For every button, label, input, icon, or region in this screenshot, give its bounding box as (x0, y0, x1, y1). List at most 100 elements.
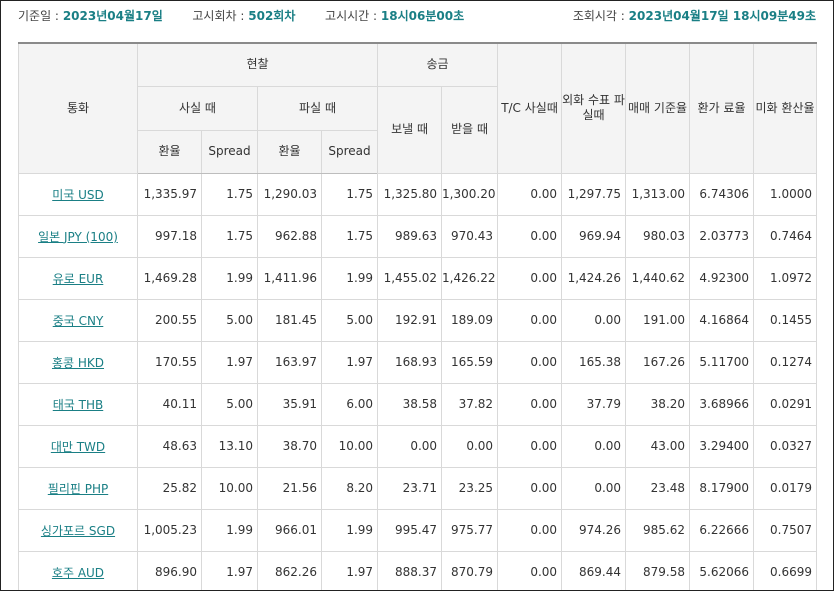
cell-currency: 중국 CNY (18, 298, 138, 342)
cell-check-sell: 0.00 (561, 298, 627, 342)
cell-cash-sell-spread: 5.00 (320, 298, 379, 342)
cell-base-rate: 985.62 (625, 508, 691, 552)
currency-link[interactable]: 미국 USD (52, 188, 104, 202)
table-row: 대만 TWD 48.63 13.10 38.70 10.00 0.00 0.00 0.00 0.… (18, 424, 818, 468)
cell-remit-receive: 0.00 (441, 424, 499, 468)
cell-conversion-rate: 6.74306 (689, 172, 755, 216)
header-tc-buy: T/C 사실때 (497, 42, 563, 174)
cell-base-rate: 38.20 (625, 382, 691, 426)
cell-usd-conversion: 1.0972 (753, 256, 818, 300)
cell-remit-send: 1,325.80 (377, 172, 443, 216)
cell-currency: 태국 THB (18, 382, 138, 426)
cell-base-rate: 1,313.00 (625, 172, 691, 216)
cell-usd-conversion: 0.7464 (753, 214, 818, 258)
cell-cash-buy-rate: 48.63 (137, 424, 202, 468)
cell-cash-buy-spread: 13.10 (201, 424, 258, 468)
cell-currency: 홍콩 HKD (18, 340, 138, 384)
cell-cash-sell-rate: 966.01 (257, 508, 322, 552)
currency-link[interactable]: 싱가포르 SGD (41, 524, 115, 538)
cell-remit-send: 38.58 (377, 382, 443, 426)
notice-round-value: 502회차 (248, 9, 296, 23)
cell-usd-conversion: 1.0000 (753, 172, 818, 216)
cell-tc-buy: 0.00 (497, 550, 563, 590)
currency-link[interactable]: 유로 EUR (53, 272, 104, 286)
query-time-value: 2023년04월17일 18시09분49초 (628, 9, 816, 23)
cell-remit-send: 995.47 (377, 508, 443, 552)
cell-cash-buy-rate: 170.55 (137, 340, 202, 384)
cell-cash-sell-rate: 21.56 (257, 466, 322, 510)
header-foreign-check-sell: 외화 수표 파실때 (561, 42, 627, 174)
cell-check-sell: 969.94 (561, 214, 627, 258)
notice-time-label: 고시시간 : (325, 9, 378, 23)
cell-usd-conversion: 0.0179 (753, 466, 818, 510)
header-currency: 통화 (18, 42, 138, 174)
cell-base-rate: 43.00 (625, 424, 691, 468)
currency-link[interactable]: 태국 THB (53, 398, 103, 412)
cell-remit-receive: 23.25 (441, 466, 499, 510)
cell-cash-sell-spread: 1.99 (320, 508, 379, 552)
query-time: 조회시각 : 2023년04월17일 18시09분49초 (573, 1, 816, 31)
cell-remit-receive: 1,426.22 (441, 256, 499, 300)
cell-base-rate: 879.58 (625, 550, 691, 590)
cell-cash-sell-rate: 38.70 (257, 424, 322, 468)
cell-tc-buy: 0.00 (497, 508, 563, 552)
cell-conversion-rate: 4.92300 (689, 256, 755, 300)
cell-check-sell: 974.26 (561, 508, 627, 552)
header-cash-buy: 사실 때 (137, 85, 258, 131)
cell-cash-sell-rate: 1,411.96 (257, 256, 322, 300)
currency-link[interactable]: 홍콩 HKD (52, 356, 104, 370)
notice-time-value: 18시06분00초 (380, 9, 465, 23)
cell-cash-buy-spread: 10.00 (201, 466, 258, 510)
cell-currency: 싱가포르 SGD (18, 508, 138, 552)
cell-cash-sell-rate: 163.97 (257, 340, 322, 384)
cell-cash-sell-spread: 1.75 (320, 214, 379, 258)
header-usd-conversion: 미화 환산율 (753, 42, 818, 174)
currency-link[interactable]: 호주 AUD (52, 566, 104, 580)
currency-link[interactable]: 중국 CNY (53, 314, 104, 328)
cell-cash-buy-spread: 1.99 (201, 508, 258, 552)
cell-cash-sell-rate: 1,290.03 (257, 172, 322, 216)
cell-remit-send: 23.71 (377, 466, 443, 510)
currency-link[interactable]: 대만 TWD (51, 440, 105, 454)
cell-cash-buy-rate: 1,469.28 (137, 256, 202, 300)
header-remit: 송금 (377, 42, 499, 87)
cell-conversion-rate: 5.11700 (689, 340, 755, 384)
cell-cash-buy-rate: 896.90 (137, 550, 202, 590)
cell-tc-buy: 0.00 (497, 466, 563, 510)
cell-usd-conversion: 0.0291 (753, 382, 818, 426)
cell-remit-send: 989.63 (377, 214, 443, 258)
cell-conversion-rate: 2.03773 (689, 214, 755, 258)
exchange-rate-panel: 기준일 : 2023년04월17일 고시회차 : 502회차 고시시간 : 18… (0, 0, 834, 591)
cell-cash-sell-spread: 1.75 (320, 172, 379, 216)
cell-currency: 미국 USD (18, 172, 138, 216)
cell-remit-send: 1,455.02 (377, 256, 443, 300)
notice-info-left: 기준일 : 2023년04월17일 고시회차 : 502회차 고시시간 : 18… (18, 1, 464, 31)
table-row: 태국 THB 40.11 5.00 35.91 6.00 38.58 37.82 0.00 37… (18, 382, 818, 426)
cell-usd-conversion: 0.7507 (753, 508, 818, 552)
table-row: 필리핀 PHP 25.82 10.00 21.56 8.20 23.71 23.25 0.00… (18, 466, 818, 510)
header-remit-receive: 받을 때 (441, 85, 499, 174)
cell-usd-conversion: 0.1455 (753, 298, 818, 342)
cell-remit-receive: 870.79 (441, 550, 499, 590)
cell-conversion-rate: 3.29400 (689, 424, 755, 468)
cell-cash-buy-rate: 1,335.97 (137, 172, 202, 216)
cell-remit-send: 0.00 (377, 424, 443, 468)
cell-conversion-rate: 8.17900 (689, 466, 755, 510)
header-remit-send: 보낼 때 (377, 85, 443, 174)
cell-conversion-rate: 5.62066 (689, 550, 755, 590)
table-row: 싱가포르 SGD 1,005.23 1.99 966.01 1.99 995.47 975.… (18, 508, 818, 552)
cell-cash-buy-spread: 1.99 (201, 256, 258, 300)
table-row: 홍콩 HKD 170.55 1.97 163.97 1.97 168.93 165.59 0.… (18, 340, 818, 384)
currency-link[interactable]: 필리핀 PHP (48, 482, 108, 496)
cell-remit-receive: 975.77 (441, 508, 499, 552)
cell-cash-sell-spread: 1.97 (320, 550, 379, 590)
cell-cash-sell-spread: 6.00 (320, 382, 379, 426)
cell-cash-sell-spread: 1.99 (320, 256, 379, 300)
table-row: 유로 EUR 1,469.28 1.99 1,411.96 1.99 1,455.02 1,… (18, 256, 818, 300)
cell-cash-buy-spread: 5.00 (201, 382, 258, 426)
currency-link[interactable]: 일본 JPY (100) (38, 230, 118, 244)
header-cash: 현찰 (136, 42, 379, 87)
header-conversion-rate: 환가 료율 (689, 42, 755, 174)
cell-remit-send: 888.37 (377, 550, 443, 590)
cell-currency: 대만 TWD (18, 424, 138, 468)
